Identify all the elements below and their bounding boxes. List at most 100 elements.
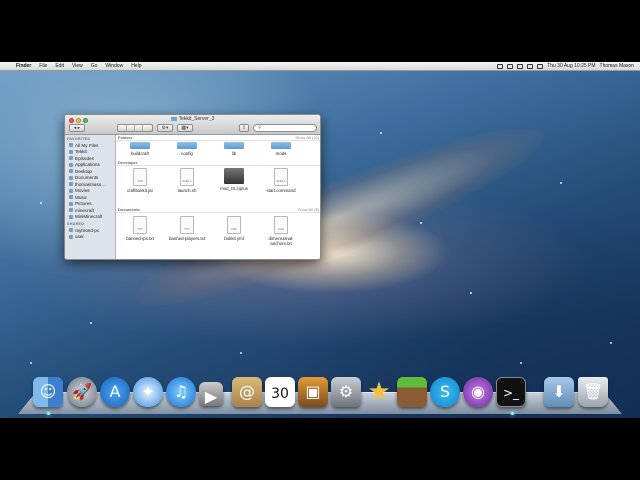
finder-content: Folders Show All (10) buildcraft config …	[116, 135, 320, 259]
dock-downloads-icon[interactable]: ⬇	[544, 377, 574, 407]
file-item-banned-ips[interactable]: TXT banned-ips.txt	[118, 216, 162, 241]
dock-contacts-icon[interactable]: @	[232, 377, 262, 407]
sidebar-item-label: Movies	[75, 188, 90, 194]
dock-safari-icon[interactable]: ✦	[133, 377, 163, 407]
menu-finder[interactable]: Finder	[12, 63, 35, 69]
view-mode-control[interactable]	[117, 124, 153, 132]
file-item-start-command[interactable]: SHELL start.command	[259, 168, 303, 193]
dock-itunes-icon[interactable]: ♫	[166, 377, 196, 407]
file-item-craftbukkit[interactable]: JAR craftbukkit.jar	[118, 168, 162, 193]
menu-view[interactable]: View	[68, 63, 87, 69]
group-name: Folders	[118, 135, 133, 140]
shell-file-icon: SHELL	[274, 168, 288, 186]
dock-app-store-icon[interactable]: A	[100, 377, 130, 407]
dock-calendar-icon[interactable]: 30	[265, 377, 295, 407]
dock-podcast-icon[interactable]: ◉	[463, 377, 493, 407]
documents-icon	[69, 175, 73, 180]
jar-file-icon: JAR	[133, 168, 147, 186]
arrange-button[interactable]: ▦▾	[177, 124, 193, 132]
sidebar-item-label: Pictures	[75, 201, 92, 207]
pictures-icon	[69, 201, 73, 206]
archive-file-icon	[224, 168, 244, 184]
bluetooth-icon[interactable]	[507, 63, 514, 69]
sidebar-shared-header: SHARED	[67, 222, 85, 226]
folder-icon	[170, 116, 177, 121]
wifi-icon[interactable]	[517, 63, 524, 69]
item-label: mod_IS.zip/us	[220, 186, 248, 191]
back-forward-buttons[interactable]: ◂ ▸	[69, 124, 85, 132]
folder-icon	[69, 149, 73, 154]
folder-icon	[130, 142, 150, 149]
text-file-icon: TXT	[133, 216, 147, 234]
folder-icon	[69, 214, 73, 219]
column-view-icon[interactable]	[135, 125, 143, 131]
icon-view-icon[interactable]	[119, 125, 127, 131]
dock-minecraft-icon[interactable]	[397, 377, 427, 407]
menu-clock[interactable]: Thu 30 Aug 10:25 PM	[547, 63, 595, 69]
sidebar-item-label: All My Files	[75, 142, 99, 148]
home-icon	[69, 182, 73, 187]
share-button[interactable]: ⇪	[239, 124, 249, 132]
dock-iphoto-icon[interactable]: ▣	[298, 377, 328, 407]
dock-terminal-icon[interactable]: >_	[496, 377, 526, 407]
menu-help[interactable]: Help	[127, 63, 145, 69]
dock-finder-icon[interactable]: ☺	[33, 377, 63, 407]
folder-item-mods[interactable]: mods	[259, 142, 303, 156]
all-files-icon	[69, 143, 73, 148]
item-label: dimensional-anchors.txt	[268, 236, 294, 246]
star	[470, 292, 472, 294]
file-item-mod-zip[interactable]: mod_IS.zip/us	[212, 168, 256, 191]
show-all-link[interactable]: Show All (10)	[295, 135, 319, 140]
volume-icon[interactable]	[527, 63, 534, 69]
sidebar-item-label: minecraft	[75, 207, 94, 213]
file-item-bukkit-yml[interactable]: YML bukkit.yml	[212, 216, 256, 241]
file-item-banned-players[interactable]: TXT banned-players.txt	[165, 216, 209, 241]
window-titlebar[interactable]: Tekkit_Server_3 ◂ ▸ ⚙▾ ▦▾ ⇪ ⚲	[65, 115, 320, 135]
item-label: banned-ips.txt	[126, 236, 154, 241]
star	[380, 132, 382, 134]
menu-user[interactable]: Thomas Mason	[600, 63, 634, 69]
list-view-icon[interactable]	[127, 125, 135, 131]
file-item-dimensional-anchors[interactable]: LOG dimensional-anchors.txt	[259, 216, 303, 246]
battery-icon[interactable]	[537, 63, 544, 69]
sidebar-item-label: thomasmaso…	[75, 181, 106, 187]
movies-icon	[69, 188, 73, 193]
dock-imovie-icon[interactable]: ★	[364, 377, 394, 407]
star	[90, 322, 92, 324]
sidebar-item-label: MiniMinecraft	[75, 214, 103, 220]
dock-system-preferences-icon[interactable]: ⚙	[331, 377, 361, 407]
folder-icon	[69, 156, 73, 161]
dock-trash-icon[interactable]: 🗑	[578, 377, 608, 407]
sidebar-item-user[interactable]: user	[65, 234, 115, 241]
dock-facetime-icon[interactable]: ▶	[199, 382, 223, 406]
item-label: launch.sh	[177, 188, 197, 193]
folder-item-lib[interactable]: lib	[212, 142, 256, 156]
sidebar-item-label: raymond-pc	[75, 227, 100, 233]
menu-extras: Thu 30 Aug 10:25 PM Thomas Mason	[497, 63, 640, 69]
item-label: lib	[231, 151, 237, 156]
search-field[interactable]: ⚲	[253, 124, 317, 132]
item-label: config	[181, 151, 193, 156]
action-gear-button[interactable]: ⚙▾	[157, 124, 173, 132]
menu-go[interactable]: Go	[87, 63, 102, 69]
group-name: Developer	[118, 160, 138, 165]
time-machine-icon[interactable]	[497, 63, 504, 69]
show-all-link[interactable]: Show All (8)	[298, 207, 319, 212]
log-file-icon: LOG	[274, 216, 288, 234]
file-item-launch-sh[interactable]: SHELL launch.sh	[165, 168, 209, 193]
folder-item-buildcraft[interactable]: buildcraft	[118, 142, 162, 156]
finder-sidebar: FAVORITES All My Files Tekkit Episodes A…	[65, 135, 116, 259]
menu-window[interactable]: Window	[101, 63, 127, 69]
dock-skype-icon[interactable]: S	[430, 377, 460, 407]
dock-launchpad-icon[interactable]: 🚀	[67, 377, 97, 407]
menu-file[interactable]: File	[35, 63, 51, 69]
file-ext: TXT	[184, 227, 190, 231]
cover-flow-icon[interactable]	[143, 125, 151, 131]
running-indicator	[511, 412, 514, 415]
folder-item-config[interactable]: config	[165, 142, 209, 156]
item-label: bukkit.yml	[224, 236, 244, 241]
menu-edit[interactable]: Edit	[51, 63, 68, 69]
sidebar-item-label: Documents	[75, 175, 99, 181]
computer-icon	[69, 228, 73, 233]
folder-icon	[271, 142, 291, 149]
